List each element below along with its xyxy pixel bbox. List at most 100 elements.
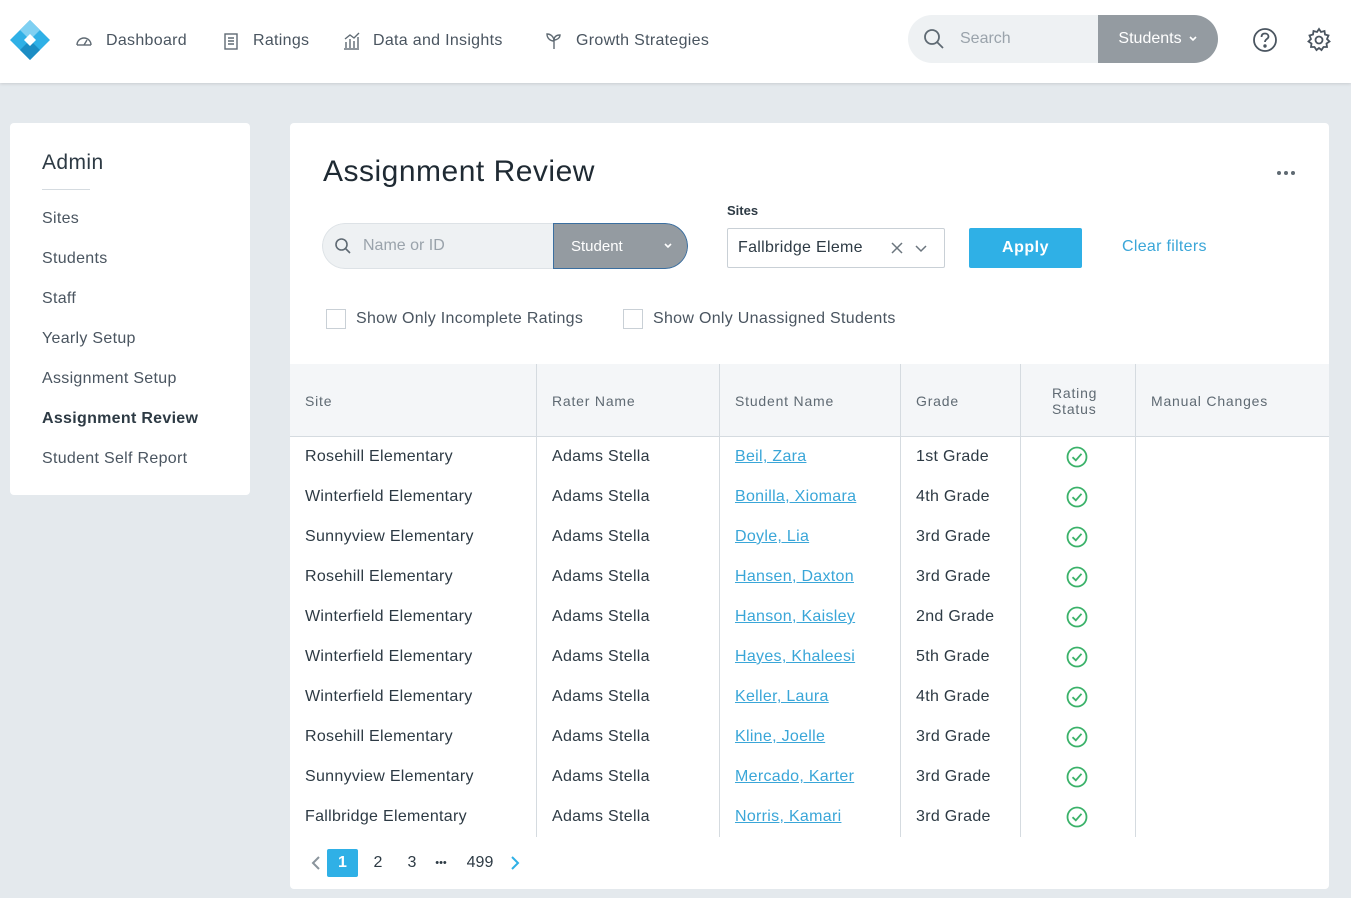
site-cell: Winterfield Elementary [305, 637, 473, 677]
student-link[interactable]: Kline, Joelle [735, 728, 825, 746]
search-type-dropdown[interactable]: Student [553, 223, 688, 269]
check-circle-icon [1066, 766, 1088, 788]
student-link[interactable]: Mercado, Karter [735, 768, 854, 786]
column-header-manual-changes[interactable]: Manual Changes [1136, 364, 1329, 437]
checkbox[interactable] [623, 309, 643, 329]
search-type-label: Student [571, 237, 623, 255]
grade-cell: 3rd Grade [916, 717, 991, 757]
site-cell: Fallbridge Elementary [305, 797, 467, 837]
check-circle-icon [1066, 486, 1088, 508]
grade-cell-text: 3rd Grade [916, 728, 991, 745]
page-button-last[interactable]: 499 [456, 849, 504, 877]
rater-name-cell-text: Adams Stella [552, 448, 650, 465]
rater-name-cell: Adams Stella [552, 557, 650, 597]
clear-filters-link[interactable]: Clear filters [1122, 238, 1207, 256]
rating-status-cell [1066, 757, 1088, 797]
rater-name-cell: Adams Stella [552, 517, 650, 557]
student-link[interactable]: Beil, Zara [735, 448, 806, 466]
checkbox-label: Show Only Incomplete Ratings [356, 310, 584, 327]
rater-name-cell-text: Adams Stella [552, 688, 650, 705]
student-name-cell[interactable]: Hayes, Khaleesi [735, 637, 855, 677]
sidebar-item-students[interactable]: Students [42, 250, 108, 268]
column-header-student-name[interactable]: Student Name [720, 364, 901, 437]
page-button-1[interactable]: 1 [327, 849, 358, 877]
rating-status-cell [1066, 717, 1088, 757]
grade-cell-text: 3rd Grade [916, 528, 991, 545]
column-header-site[interactable]: Site [290, 364, 537, 437]
chevron-right-icon[interactable] [504, 849, 526, 877]
column-header-rating-status[interactable]: Rating Status [1021, 364, 1136, 437]
grade-cell-text: 5th Grade [916, 648, 990, 665]
student-name-cell[interactable]: Kline, Joelle [735, 717, 825, 757]
pagination: 1 2 3 ••• 499 [305, 848, 526, 878]
student-name-cell[interactable]: Beil, Zara [735, 437, 806, 477]
student-link[interactable]: Hansen, Daxton [735, 568, 854, 586]
column-header-rater-name[interactable]: Rater Name [537, 364, 720, 437]
name-id-search-box [322, 223, 553, 269]
name-id-input[interactable] [363, 237, 543, 255]
gear-icon[interactable] [1306, 27, 1332, 53]
nav-dashboard[interactable]: Dashboard [74, 28, 187, 54]
sidebar-item-assignment-setup[interactable]: Assignment Setup [42, 370, 177, 388]
table-row: Winterfield Elementary Adams Stella Keller… [290, 677, 1329, 717]
sidebar-item-student-self-report[interactable]: Student Self Report [42, 450, 187, 468]
clear-site-icon[interactable] [887, 238, 907, 258]
more-dot [1284, 171, 1288, 175]
chevron-down-icon[interactable] [911, 238, 931, 258]
rating-status-cell [1066, 597, 1088, 637]
page-button-3[interactable]: 3 [398, 849, 426, 877]
student-link[interactable]: Hanson, Kaisley [735, 608, 855, 626]
site-cell: Sunnyview Elementary [305, 517, 474, 557]
sidebar-item-sites[interactable]: Sites [42, 210, 79, 228]
rater-name-cell: Adams Stella [552, 797, 650, 837]
student-link[interactable]: Bonilla, Xiomara [735, 488, 856, 506]
site-cell-text: Rosehill Elementary [305, 728, 453, 745]
admin-sidebar: Admin Sites Students Staff Yearly Setup … [10, 123, 250, 495]
student-name-cell[interactable]: Keller, Laura [735, 677, 829, 717]
student-link[interactable]: Doyle, Lia [735, 528, 809, 546]
student-name-cell[interactable]: Norris, Kamari [735, 797, 841, 837]
rater-name-cell-text: Adams Stella [552, 808, 650, 825]
more-options-button[interactable] [1275, 163, 1297, 183]
sprout-icon [546, 33, 561, 49]
sidebar-item-yearly-setup[interactable]: Yearly Setup [42, 330, 136, 348]
rater-name-cell-text: Adams Stella [552, 488, 650, 505]
sites-select[interactable]: Fallbridge Eleme [727, 228, 945, 268]
sidebar-item-assignment-review[interactable]: Assignment Review [42, 410, 198, 428]
column-header-grade[interactable]: Grade [901, 364, 1021, 437]
global-search: Students [908, 15, 1218, 63]
site-cell-text: Sunnyview Elementary [305, 528, 474, 545]
apply-button[interactable]: Apply [969, 228, 1082, 268]
chevron-left-icon[interactable] [305, 849, 327, 877]
student-link[interactable]: Norris, Kamari [735, 808, 841, 826]
help-icon[interactable] [1252, 27, 1278, 53]
student-name-cell[interactable]: Hanson, Kaisley [735, 597, 855, 637]
unassigned-students-checkbox[interactable]: Show Only Unassigned Students [623, 309, 896, 329]
nav-ratings[interactable]: Ratings [221, 28, 309, 54]
gauge-icon [76, 37, 92, 46]
grade-cell-text: 4th Grade [916, 488, 990, 505]
search-scope-dropdown[interactable]: Students [1098, 15, 1218, 63]
student-name-cell[interactable]: Mercado, Karter [735, 757, 854, 797]
rater-name-cell: Adams Stella [552, 757, 650, 797]
nav-growth-strategies[interactable]: Growth Strategies [544, 28, 709, 54]
table-body: Rosehill Elementary Adams Stella Beil, Zar… [290, 437, 1329, 837]
grade-cell: 4th Grade [916, 477, 990, 517]
global-search-input[interactable] [960, 15, 1098, 63]
sidebar-item-staff[interactable]: Staff [42, 290, 76, 308]
app-logo[interactable] [8, 18, 52, 62]
student-name-cell[interactable]: Bonilla, Xiomara [735, 477, 856, 517]
more-dot [1277, 171, 1281, 175]
student-name-cell[interactable]: Doyle, Lia [735, 517, 809, 557]
student-link[interactable]: Keller, Laura [735, 688, 829, 706]
checkbox[interactable] [326, 309, 346, 329]
nav-data-and-insights[interactable]: Data and Insights [341, 28, 503, 54]
page-button-2[interactable]: 2 [358, 849, 398, 877]
student-name-cell[interactable]: Hansen, Daxton [735, 557, 854, 597]
table-row: Rosehill Elementary Adams Stella Hansen, D… [290, 557, 1329, 597]
rating-status-cell [1066, 557, 1088, 597]
incomplete-ratings-checkbox[interactable]: Show Only Incomplete Ratings [326, 309, 583, 329]
table-row: Rosehill Elementary Adams Stella Beil, Zar… [290, 437, 1329, 477]
student-link[interactable]: Hayes, Khaleesi [735, 648, 855, 666]
name-id-filter: Student [322, 223, 688, 269]
